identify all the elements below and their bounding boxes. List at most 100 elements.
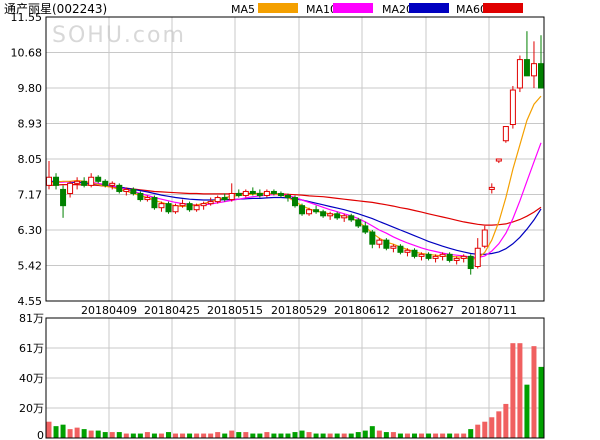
candle-body <box>376 239 383 245</box>
candle-body <box>151 197 158 209</box>
price-tick-label: 10.68 <box>11 47 43 60</box>
volume-bar <box>510 343 516 438</box>
volume-bar <box>257 433 263 438</box>
candle-body <box>460 255 467 259</box>
volume-bar <box>137 433 143 438</box>
candle-body <box>95 176 102 182</box>
candle-body <box>235 192 242 197</box>
volume-bar <box>74 427 80 438</box>
volume-bar <box>208 433 214 438</box>
legend: MA5 MA10 MA20 MA60 <box>231 3 523 16</box>
candle-body <box>81 180 88 186</box>
volume-bar <box>215 432 221 438</box>
volume-bar <box>538 366 544 438</box>
volume-bar <box>81 429 87 438</box>
candle-body <box>453 257 460 261</box>
price-tick-label: 8.05 <box>18 153 43 166</box>
candle-body <box>221 197 228 201</box>
candle-body <box>186 203 193 211</box>
volume-bar <box>292 432 298 438</box>
volume-bar <box>503 403 509 438</box>
candle-body <box>179 203 186 207</box>
candle-body <box>67 182 74 194</box>
grid <box>46 16 544 439</box>
volume-bar <box>327 433 333 438</box>
candle-body <box>165 203 172 213</box>
candle-body <box>277 192 284 197</box>
volume-bar <box>531 346 537 438</box>
volume-bar <box>306 432 312 438</box>
price-tick-label: 7.17 <box>18 189 43 202</box>
candle-body <box>200 203 207 207</box>
stock-chart: 通产丽星(002243) SOHU.com MA5 MA10 MA20 MA60 11… <box>0 0 600 440</box>
moving-averages <box>48 95 542 260</box>
legend-label: MA10 <box>306 3 337 16</box>
ma20-line <box>49 180 542 255</box>
price-tick-label: 5.42 <box>18 260 43 273</box>
price-tick-label: 8.93 <box>18 118 43 131</box>
volume-bar <box>102 432 108 438</box>
volume-bar <box>271 433 277 438</box>
volume-bar <box>67 429 73 438</box>
volume-bar <box>341 433 347 438</box>
volume-bar <box>123 433 129 438</box>
volume-bar <box>433 433 439 438</box>
volume-bar <box>440 433 446 438</box>
candle-body <box>523 59 530 77</box>
volume-bar <box>60 424 66 438</box>
candle-body <box>355 219 362 227</box>
volume-bar <box>46 421 52 438</box>
date-tick-label: 20180515 <box>207 304 263 317</box>
candle-body <box>320 211 327 217</box>
candle-body <box>292 197 298 207</box>
candle-body <box>411 249 418 257</box>
volume-bar <box>144 432 150 438</box>
volume-bar <box>201 433 207 438</box>
date-tick-label: 20180529 <box>271 304 327 317</box>
watermark: SOHU.com <box>52 23 186 48</box>
volume-tick-label: 0 <box>37 429 44 440</box>
volume-bar <box>278 433 284 438</box>
volume-bar <box>334 433 340 438</box>
candle-body <box>144 197 151 201</box>
volume-tick-label: 40万 <box>19 372 44 385</box>
chart-svg: 通产丽星(002243) SOHU.com MA5 MA10 MA20 MA60 11… <box>4 2 545 440</box>
volume-tick-label: 61万 <box>19 342 44 355</box>
candle-body <box>327 213 334 217</box>
candle-body <box>193 205 200 211</box>
candle-body <box>263 190 270 197</box>
volume-bar <box>447 433 453 438</box>
volume-axis: 81万 61万 40万 20万 0 <box>19 312 44 440</box>
volume-bar <box>454 433 460 438</box>
date-tick-label: 20180711 <box>461 304 517 317</box>
date-tick-label: 20180425 <box>144 304 200 317</box>
volume-bar <box>194 433 200 438</box>
volume-bar <box>397 433 403 438</box>
candle-body <box>418 253 425 257</box>
candle-body <box>509 89 516 126</box>
volume-bar <box>461 433 467 438</box>
candle-body <box>130 188 137 194</box>
candle-body <box>369 231 376 245</box>
candle-body <box>488 186 495 190</box>
candle-body <box>306 209 313 215</box>
chart-frame <box>45 16 545 439</box>
candle-body <box>404 249 411 253</box>
volume-bar <box>222 433 228 438</box>
candle-body <box>439 253 446 257</box>
date-tick-label: 20180409 <box>81 304 137 317</box>
candle-body <box>530 63 537 77</box>
volume-bar <box>158 433 164 438</box>
volume-bar <box>109 432 115 438</box>
volume-tick-label: 81万 <box>19 312 44 325</box>
candle-body <box>284 195 291 199</box>
volume-bar <box>95 430 101 438</box>
date-axis: 20180409 20180425 20180515 20180529 20180612… <box>81 304 517 317</box>
candle-body <box>390 245 397 249</box>
legend-label: MA20 <box>382 3 413 16</box>
candle-body <box>334 213 341 219</box>
volume-bar <box>524 384 530 438</box>
volume-bar <box>236 432 242 438</box>
volume-bar <box>383 432 389 438</box>
volume-bar <box>285 433 291 438</box>
